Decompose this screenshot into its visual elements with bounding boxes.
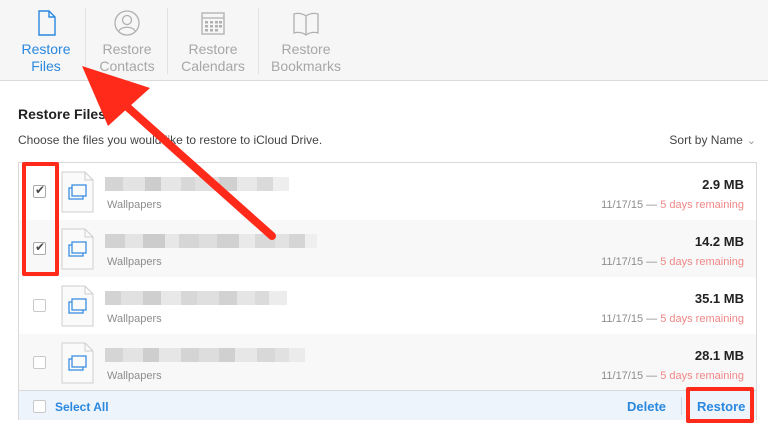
instructions-text: Choose the files you would like to resto… xyxy=(18,133,323,147)
file-list-footer: Select All Delete Restore xyxy=(19,390,756,420)
file-date: 11/17/15 — 5 days remaining xyxy=(601,199,744,211)
tab-divider xyxy=(258,8,259,74)
blurred-filename xyxy=(105,348,305,362)
tab-divider xyxy=(167,8,168,74)
file-date: 11/17/15 — 5 days remaining xyxy=(601,313,744,325)
file-deleted-date: 11/17/15 — xyxy=(601,256,658,268)
file-deleted-date: 11/17/15 — xyxy=(601,199,658,211)
file-row[interactable]: ✔ Wallpapers 2.9 MB 11/17/15 — 5 days re… xyxy=(19,163,756,220)
blurred-filename xyxy=(105,177,289,191)
file-size: 28.1 MB xyxy=(694,348,744,363)
file-folder: Wallpapers xyxy=(107,256,162,268)
days-remaining: 5 days remaining xyxy=(660,370,744,382)
tab-label: Restore Files xyxy=(21,41,71,74)
checkbox-highlight xyxy=(22,162,59,276)
file-folder: Wallpapers xyxy=(107,199,162,211)
tab-label: Restore Calendars xyxy=(181,41,245,74)
chevron-down-icon: ⌄ xyxy=(746,135,756,147)
file-size: 14.2 MB xyxy=(694,234,744,249)
document-icon xyxy=(61,285,94,327)
delete-button[interactable]: Delete xyxy=(627,399,666,414)
file-list: ✔ Wallpapers 2.9 MB 11/17/15 — 5 days re… xyxy=(18,162,757,420)
restore-button-highlight xyxy=(686,387,754,423)
tab-restore-bookmarks[interactable]: Restore Bookmarks xyxy=(262,0,350,81)
contacts-icon xyxy=(114,10,140,36)
document-icon xyxy=(61,342,94,384)
tab-restore-contacts[interactable]: Restore Contacts xyxy=(88,0,166,81)
document-icon xyxy=(61,171,94,213)
file-folder: Wallpapers xyxy=(107,313,162,325)
file-size: 35.1 MB xyxy=(694,291,744,306)
days-remaining: 5 days remaining xyxy=(660,199,744,211)
sort-label: Sort by Name xyxy=(669,133,743,147)
tab-restore-calendars[interactable]: Restore Calendars xyxy=(170,0,256,81)
footer-divider xyxy=(681,397,682,415)
tab-label: Restore Contacts xyxy=(99,41,155,74)
tab-label: Restore Bookmarks xyxy=(270,41,342,74)
bookmarks-icon xyxy=(293,12,319,36)
file-size: 2.9 MB xyxy=(702,177,744,192)
file-deleted-date: 11/17/15 — xyxy=(601,313,658,325)
file-folder: Wallpapers xyxy=(107,370,162,382)
file-deleted-date: 11/17/15 — xyxy=(601,370,658,382)
blurred-filename xyxy=(105,291,287,305)
file-icon xyxy=(38,10,56,36)
file-row[interactable]: Wallpapers 35.1 MB 11/17/15 — 5 days rem… xyxy=(19,277,756,334)
blurred-filename xyxy=(105,234,317,248)
section-title: Restore Files xyxy=(18,106,106,122)
file-checkbox[interactable] xyxy=(33,299,46,312)
file-date: 11/17/15 — 5 days remaining xyxy=(601,370,744,382)
restore-toolbar: Restore Files Restore Contacts Restore C… xyxy=(0,0,768,81)
document-icon xyxy=(61,228,94,270)
tab-restore-files[interactable]: Restore Files xyxy=(9,0,83,81)
select-all-button[interactable]: Select All xyxy=(55,400,109,414)
sort-dropdown[interactable]: Sort by Name ⌄ xyxy=(669,133,756,147)
calendar-icon xyxy=(201,12,225,35)
days-remaining: 5 days remaining xyxy=(660,256,744,268)
days-remaining: 5 days remaining xyxy=(660,313,744,325)
file-checkbox[interactable] xyxy=(33,356,46,369)
file-date: 11/17/15 — 5 days remaining xyxy=(601,256,744,268)
file-row[interactable]: ✔ Wallpapers 14.2 MB 11/17/15 — 5 days r… xyxy=(19,220,756,277)
select-all-checkbox[interactable] xyxy=(33,400,46,413)
file-row[interactable]: Wallpapers 28.1 MB 11/17/15 — 5 days rem… xyxy=(19,334,756,391)
tab-divider xyxy=(85,8,86,74)
